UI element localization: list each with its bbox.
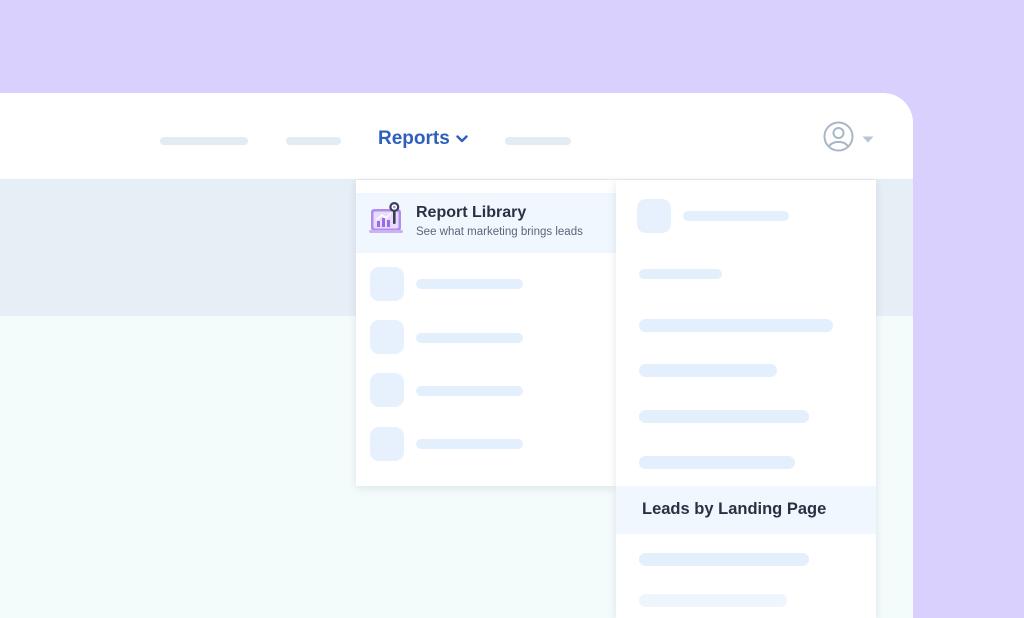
submenu-item-placeholder[interactable] bbox=[639, 269, 722, 279]
nav-item-placeholder[interactable] bbox=[505, 137, 571, 145]
reports-dropdown: Report Library See what marketing brings… bbox=[356, 180, 616, 486]
menu-item-icon-placeholder bbox=[370, 267, 404, 301]
menu-item-icon-placeholder bbox=[370, 373, 404, 407]
submenu-item-placeholder[interactable] bbox=[683, 211, 789, 221]
menu-item-placeholder[interactable] bbox=[416, 439, 523, 449]
menu-item-placeholder[interactable] bbox=[416, 333, 523, 343]
menu-item-icon-placeholder bbox=[370, 427, 404, 461]
chevron-down-icon bbox=[456, 135, 468, 143]
report-library-item[interactable]: Report Library See what marketing brings… bbox=[356, 193, 616, 253]
reports-nav-label: Reports bbox=[378, 128, 450, 149]
leads-by-landing-page-label: Leads by Landing Page bbox=[642, 500, 827, 518]
report-library-title: Report Library bbox=[416, 204, 527, 221]
account-menu-button[interactable] bbox=[823, 121, 874, 157]
nav-item-placeholder[interactable] bbox=[160, 137, 248, 145]
submenu-item-placeholder[interactable] bbox=[639, 410, 809, 423]
menu-item-icon-placeholder bbox=[370, 320, 404, 354]
submenu-item-placeholder[interactable] bbox=[639, 319, 833, 332]
report-library-subtitle: See what marketing brings leads bbox=[416, 226, 583, 238]
report-library-icon bbox=[369, 201, 405, 240]
leads-by-landing-page-item[interactable]: Leads by Landing Page bbox=[616, 486, 876, 534]
nav-item-placeholder[interactable] bbox=[286, 137, 341, 145]
submenu-item-placeholder[interactable] bbox=[639, 553, 809, 566]
submenu-item-placeholder[interactable] bbox=[639, 594, 787, 607]
menu-item-placeholder[interactable] bbox=[416, 279, 523, 289]
submenu-icon-placeholder bbox=[637, 199, 671, 233]
top-navbar: Reports bbox=[0, 93, 913, 180]
user-circle-icon bbox=[823, 121, 854, 157]
caret-down-icon bbox=[862, 130, 874, 148]
submenu-item-placeholder[interactable] bbox=[639, 364, 777, 377]
menu-item-placeholder[interactable] bbox=[416, 386, 523, 396]
submenu-item-placeholder[interactable] bbox=[639, 456, 795, 469]
reports-nav-button[interactable]: Reports bbox=[378, 128, 468, 150]
report-library-submenu: Leads by Landing Page bbox=[616, 180, 876, 618]
